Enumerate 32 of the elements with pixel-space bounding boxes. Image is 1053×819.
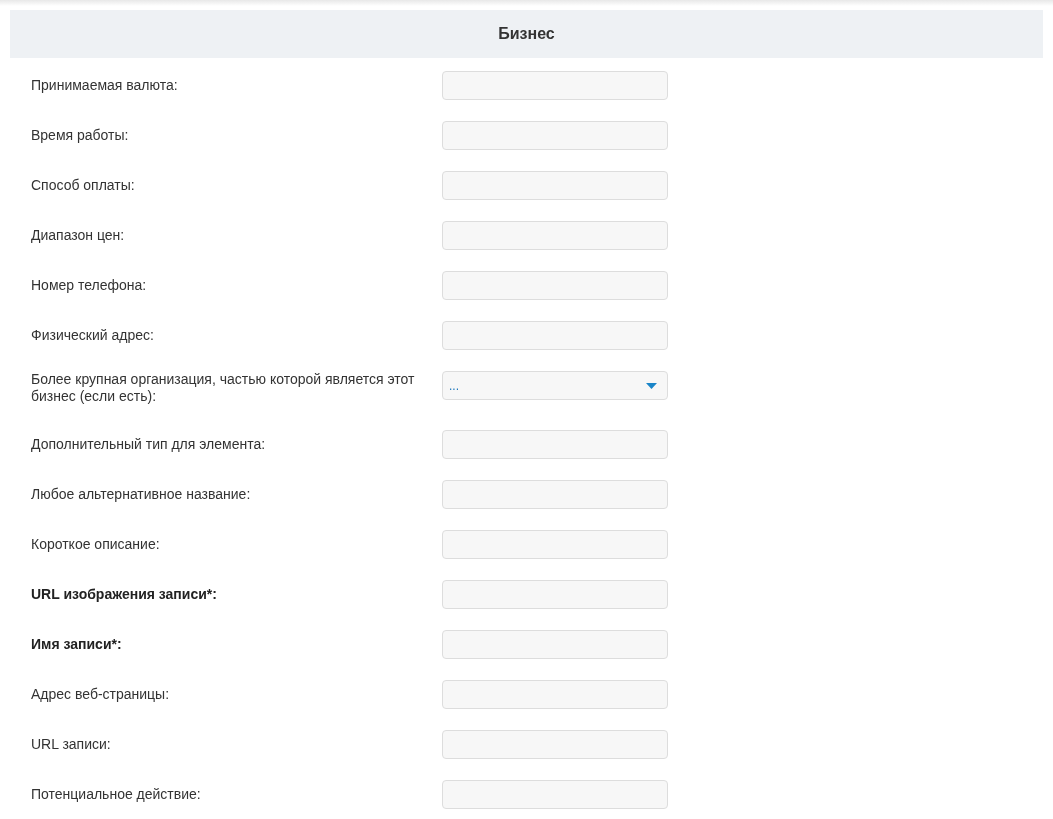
input-field[interactable] (442, 779, 668, 809)
input-field[interactable] (442, 320, 668, 350)
field-label: URL изображения записи*: (30, 585, 218, 603)
field-label: Время работы: (30, 126, 130, 144)
field-label: Более крупная организация, частью которой является этот бизнес (если есть): (30, 371, 416, 405)
field-label: Адрес веб-страницы: (30, 685, 171, 703)
input-field[interactable] (442, 629, 668, 659)
field-label: Физический адрес: (30, 326, 155, 344)
input-field[interactable] (442, 729, 668, 759)
field-label: Принимаемая валюта: (30, 76, 179, 94)
input-field[interactable] (442, 579, 668, 609)
field-label: URL записи: (30, 735, 112, 753)
field-label: Способ оплаты: (30, 176, 136, 194)
field-label: Потенциальное действие: (30, 785, 202, 803)
caret-icon (646, 382, 657, 389)
section-title: Бизнес (498, 24, 555, 44)
field-label: Любое альтернативное название: (30, 485, 252, 503)
input-field[interactable] (442, 170, 668, 200)
input-field[interactable] (442, 270, 668, 300)
input-field[interactable] (442, 529, 668, 559)
input-field[interactable] (442, 429, 668, 459)
input-field[interactable] (442, 220, 668, 250)
input-field[interactable] (442, 479, 668, 509)
field-label: Дополнительный тип для элемента: (30, 435, 267, 453)
input-field[interactable] (442, 120, 668, 150)
field-label: Диапазон цен: (30, 226, 126, 244)
field-label: Номер телефона: (30, 276, 148, 294)
field-label: Имя записи*: (30, 635, 123, 653)
dropdown[interactable]: ... (442, 371, 668, 400)
field-label: Короткое описание: (30, 535, 161, 553)
input-field[interactable] (442, 70, 668, 100)
input-field[interactable] (442, 679, 668, 709)
